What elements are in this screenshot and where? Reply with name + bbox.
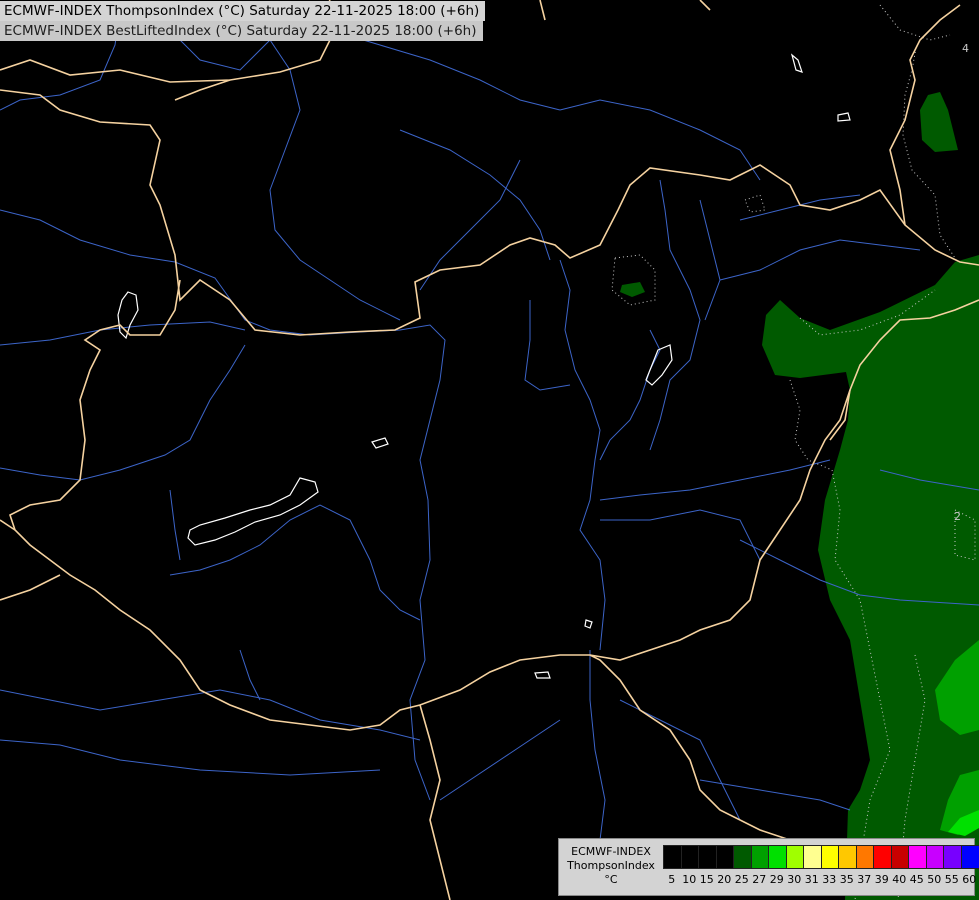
legend-swatch bbox=[856, 846, 874, 868]
legend-swatches bbox=[663, 845, 979, 869]
legend-swatch bbox=[909, 846, 927, 868]
legend-tick-label: 45 bbox=[909, 873, 924, 886]
legend-tick-label: 55 bbox=[944, 873, 959, 886]
map-title-best-lifted-index: ECMWF-INDEX BestLiftedIndex (°C) Saturda… bbox=[0, 21, 483, 41]
legend-swatch bbox=[681, 846, 699, 868]
legend-tick-label: 15 bbox=[699, 873, 714, 886]
legend-tick-label: 50 bbox=[927, 873, 942, 886]
legend-swatch bbox=[664, 846, 682, 868]
legend-unit: °C bbox=[604, 873, 618, 886]
map-title-thompson-index: ECMWF-INDEX ThompsonIndex (°C) Saturday … bbox=[0, 1, 486, 21]
legend-tick-label: 27 bbox=[752, 873, 767, 886]
legend-swatch bbox=[699, 846, 717, 868]
legend-tick-label: 40 bbox=[892, 873, 907, 886]
color-legend: ECMWF-INDEX ThompsonIndex °C 5 10 15 20 25 27… bbox=[558, 838, 979, 896]
legend-swatch bbox=[751, 846, 769, 868]
contour-label-2: 2 bbox=[954, 510, 961, 523]
legend-name: ECMWF-INDEX ThompsonIndex °C bbox=[563, 845, 659, 887]
legend-model: ECMWF-INDEX bbox=[571, 845, 651, 858]
legend-tick-label: 31 bbox=[804, 873, 819, 886]
legend-tick-label: 10 bbox=[682, 873, 697, 886]
legend-swatch bbox=[874, 846, 892, 868]
weather-map: 4 2 bbox=[0, 0, 979, 900]
legend-tick-label: 33 bbox=[822, 873, 837, 886]
legend-swatch bbox=[926, 846, 944, 868]
legend-swatch bbox=[769, 846, 787, 868]
legend-swatch bbox=[734, 846, 752, 868]
legend-swatch bbox=[961, 846, 979, 868]
legend-tick-label: 29 bbox=[769, 873, 784, 886]
legend-variable: ThompsonIndex bbox=[567, 859, 655, 872]
legend-swatch bbox=[821, 846, 839, 868]
legend-tick-label: 39 bbox=[874, 873, 889, 886]
legend-swatch bbox=[786, 846, 804, 868]
legend-tick-label: 60 bbox=[962, 873, 977, 886]
legend-tick-label: 25 bbox=[734, 873, 749, 886]
legend-tick-label: 30 bbox=[787, 873, 802, 886]
legend-swatch bbox=[839, 846, 857, 868]
legend-swatch bbox=[716, 846, 734, 868]
legend-swatch bbox=[804, 846, 822, 868]
contour-label-4: 4 bbox=[962, 42, 969, 55]
legend-tick-label: 5 bbox=[668, 873, 676, 886]
legend-swatch bbox=[891, 846, 909, 868]
legend-tick-label: 35 bbox=[839, 873, 854, 886]
legend-tick-label: 37 bbox=[857, 873, 872, 886]
legend-tick-label: 20 bbox=[717, 873, 732, 886]
legend-swatch bbox=[944, 846, 962, 868]
